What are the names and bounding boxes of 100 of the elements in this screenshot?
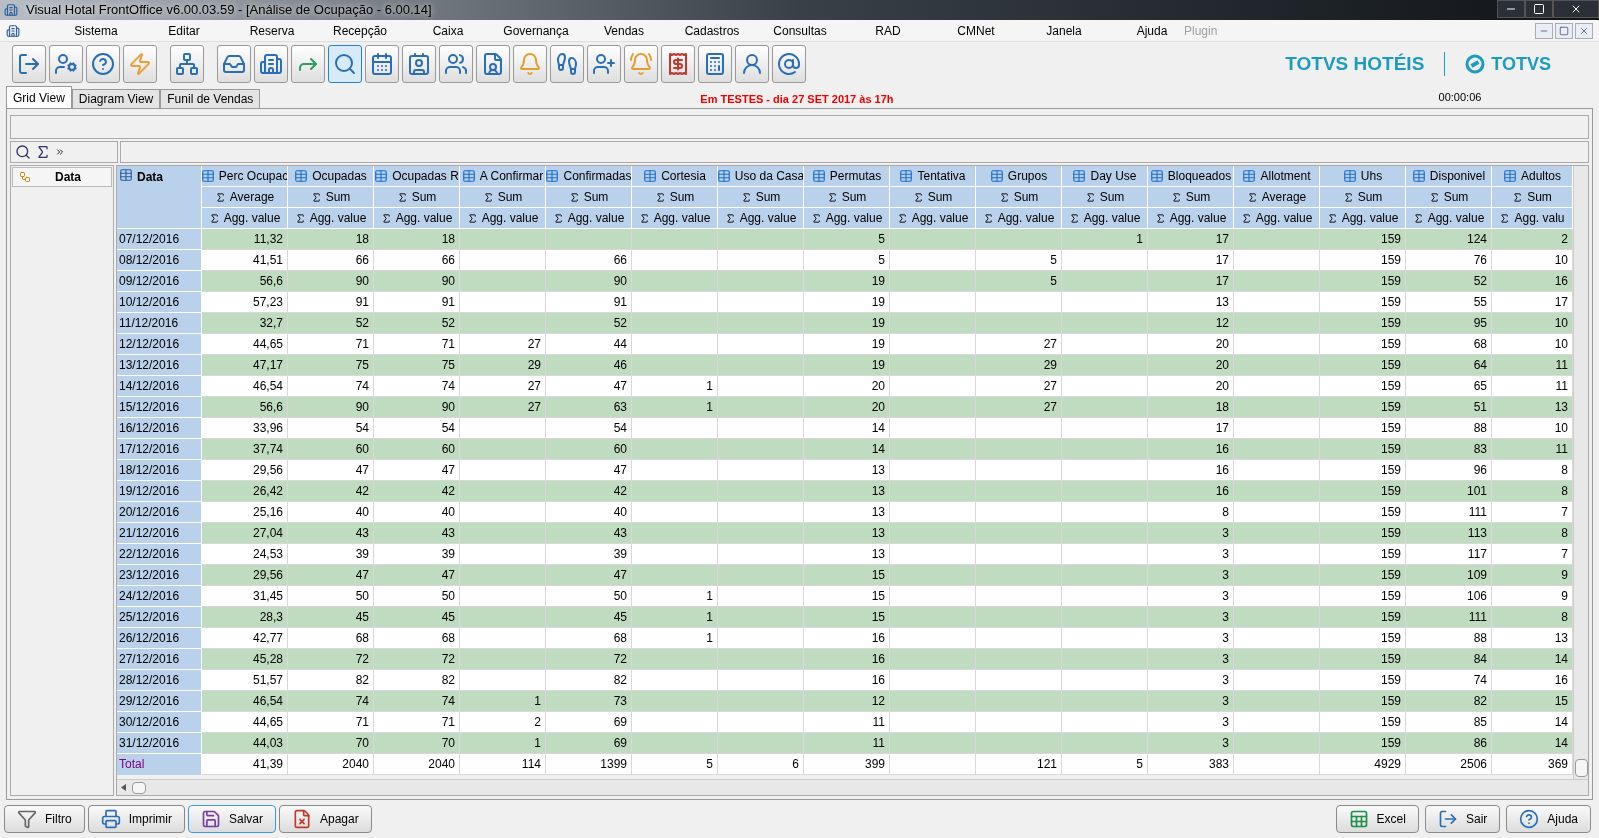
toolbar-button[interactable] <box>328 45 362 83</box>
view-tab[interactable]: Grid View <box>6 86 72 108</box>
restore-button[interactable] <box>1525 0 1553 18</box>
value-header[interactable]: Agg. value <box>976 208 1062 229</box>
value-header[interactable]: Agg. value <box>804 208 890 229</box>
menu-item[interactable]: Cadastros <box>668 21 756 40</box>
footer-button[interactable]: Ajuda <box>1506 805 1591 833</box>
toolbar-button[interactable] <box>402 45 436 83</box>
aggregate-header[interactable]: Sum <box>632 187 718 208</box>
sigma-icon[interactable] <box>35 144 51 160</box>
aggregate-header[interactable]: Sum <box>718 187 804 208</box>
menu-item[interactable]: Governança <box>492 21 580 40</box>
toolbar-button[interactable] <box>772 45 806 83</box>
aggregate-header[interactable]: Average <box>202 187 288 208</box>
aggregate-header[interactable]: Sum <box>546 187 632 208</box>
scroll-left-icon[interactable] <box>121 784 126 791</box>
footer-button[interactable]: Apagar <box>279 805 372 833</box>
column-header[interactable]: Cortesia <box>632 166 718 187</box>
aggregate-header[interactable]: Sum <box>1062 187 1148 208</box>
menu-item[interactable]: Caixa <box>404 21 492 40</box>
mdi-close-button[interactable] <box>1575 22 1593 39</box>
footer-button[interactable]: Excel <box>1335 805 1419 833</box>
toolbar-button[interactable] <box>49 45 83 83</box>
view-tab[interactable]: Funil de Vendas <box>160 89 261 108</box>
menu-item[interactable]: Vendas <box>580 21 668 40</box>
value-header[interactable]: Agg. value <box>202 208 288 229</box>
column-header[interactable]: Permutas <box>804 166 890 187</box>
column-header[interactable]: A Confirmar <box>460 166 546 187</box>
toolbar-button[interactable] <box>698 45 732 83</box>
value-header[interactable]: Agg. value <box>546 208 632 229</box>
toolbar-button[interactable] <box>365 45 399 83</box>
menu-item[interactable]: Reserva <box>228 21 316 40</box>
value-header[interactable]: Agg. value <box>718 208 804 229</box>
toolbar-button[interactable] <box>624 45 658 83</box>
value-header[interactable]: Agg. value <box>1234 208 1320 229</box>
aggregate-header[interactable]: Sum <box>976 187 1062 208</box>
scroll-thumb[interactable] <box>132 781 146 794</box>
value-header[interactable]: Agg. value <box>374 208 460 229</box>
value-header[interactable]: Agg. value <box>460 208 546 229</box>
toolbar-button[interactable] <box>170 45 204 83</box>
aggregate-header[interactable]: Sum <box>1148 187 1234 208</box>
scroll-thumb[interactable] <box>1574 759 1588 777</box>
vertical-scrollbar[interactable] <box>1573 166 1588 779</box>
menu-item[interactable]: Editar <box>140 21 228 40</box>
value-header[interactable]: Agg. value <box>288 208 374 229</box>
toolbar-button[interactable] <box>661 45 695 83</box>
toolbar-button[interactable] <box>291 45 325 83</box>
aggregate-header[interactable]: Sum <box>1320 187 1406 208</box>
value-header[interactable]: Agg. value <box>1406 208 1492 229</box>
more-icon[interactable] <box>55 147 65 157</box>
toolbar-button[interactable] <box>439 45 473 83</box>
toolbar-button[interactable] <box>587 45 621 83</box>
column-header[interactable]: Uhs <box>1320 166 1406 187</box>
view-tab[interactable]: Diagram View <box>71 89 161 108</box>
value-header[interactable]: Agg. value <box>632 208 718 229</box>
column-header[interactable]: Grupos <box>976 166 1062 187</box>
column-header[interactable]: Disponivel <box>1406 166 1492 187</box>
aggregate-header[interactable]: Sum <box>288 187 374 208</box>
value-header[interactable]: Agg. valu <box>1492 208 1573 229</box>
toolbar-button[interactable] <box>217 45 251 83</box>
value-header[interactable]: Agg. value <box>1148 208 1234 229</box>
value-header[interactable]: Agg. value <box>890 208 976 229</box>
toolbar-button[interactable] <box>86 45 120 83</box>
toolbar-button[interactable] <box>550 45 584 83</box>
zoom-icon[interactable] <box>15 144 31 160</box>
aggregate-header[interactable]: Sum <box>1406 187 1492 208</box>
toolbar-button[interactable] <box>476 45 510 83</box>
column-header[interactable]: Day Use <box>1062 166 1148 187</box>
aggregate-header[interactable]: Sum <box>374 187 460 208</box>
toolbar-button[interactable] <box>735 45 769 83</box>
minimize-button[interactable] <box>1497 0 1525 18</box>
column-header[interactable]: Allotment <box>1234 166 1320 187</box>
toolbar-button[interactable] <box>12 45 46 83</box>
column-header[interactable]: Ocupadas <box>288 166 374 187</box>
column-header[interactable]: Ocupadas R <box>374 166 460 187</box>
toolbar-button[interactable] <box>254 45 288 83</box>
horizontal-scrollbar[interactable] <box>117 779 1588 795</box>
toolbar-button[interactable] <box>123 45 157 83</box>
footer-button[interactable]: Salvar <box>188 805 276 833</box>
aggregate-header[interactable]: Average <box>1234 187 1320 208</box>
column-header[interactable]: Confirmadas <box>546 166 632 187</box>
footer-button[interactable]: Imprimir <box>87 805 185 833</box>
aggregate-header[interactable]: Sum <box>804 187 890 208</box>
menu-item[interactable]: RAD <box>844 21 932 40</box>
menu-item[interactable]: Janela <box>1020 21 1108 40</box>
menu-item[interactable]: Recepção <box>316 21 404 40</box>
mdi-restore-button[interactable] <box>1555 22 1573 39</box>
footer-button[interactable]: Sair <box>1424 805 1501 833</box>
aggregate-header[interactable]: Sum <box>890 187 976 208</box>
value-header[interactable]: Agg. value <box>1062 208 1148 229</box>
row-field-header[interactable]: Data <box>12 167 112 187</box>
aggregate-header[interactable]: Sum <box>1492 187 1573 208</box>
column-header[interactable]: Adultos <box>1492 166 1573 187</box>
menu-item[interactable]: CMNet <box>932 21 1020 40</box>
menu-item[interactable]: Consultas <box>756 21 844 40</box>
column-header[interactable]: Tentativa <box>890 166 976 187</box>
value-header[interactable]: Agg. value <box>1320 208 1406 229</box>
menu-item[interactable]: Sistema <box>52 21 140 40</box>
aggregate-header[interactable]: Sum <box>460 187 546 208</box>
toolbar-button[interactable] <box>513 45 547 83</box>
